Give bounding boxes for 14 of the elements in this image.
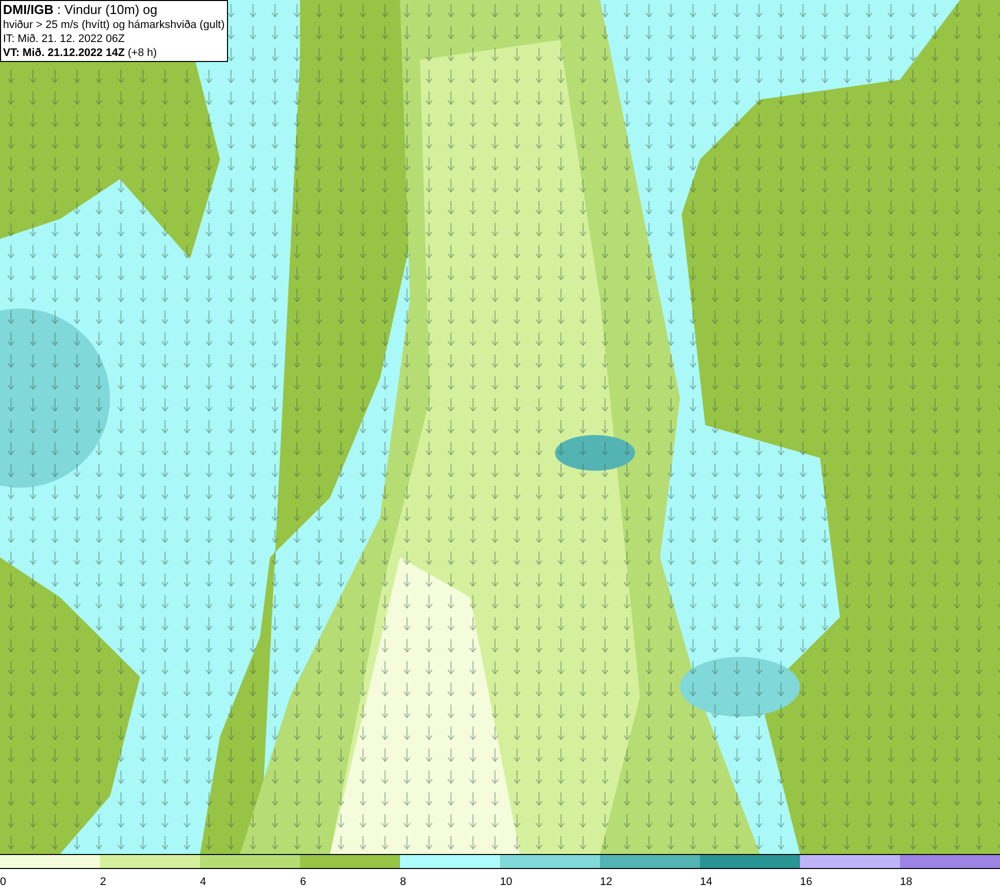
- legend-label: 18: [900, 876, 912, 887]
- header-text: hviður > 25 m/s (hvítt) og hámarkshviða (gult): [3, 18, 225, 32]
- legend-label: 4: [200, 876, 206, 887]
- legend-label: 6: [300, 876, 306, 887]
- legend-label: 16: [800, 876, 812, 887]
- legend-label: 8: [400, 876, 406, 887]
- legend-label: 10: [500, 876, 512, 887]
- header-text: VT: Mið. 21.12.2022 14Z (+8 h): [3, 46, 158, 60]
- header-text: IT: Mið. 21. 12. 2022 06Z: [3, 32, 126, 46]
- legend-label: 12: [600, 876, 612, 887]
- legend-label: 0: [0, 876, 6, 887]
- legend-label: 2: [100, 876, 106, 887]
- header-text: DMI/IGB : Vindur (10m) og: [3, 2, 158, 18]
- legend-label: 14: [700, 876, 712, 887]
